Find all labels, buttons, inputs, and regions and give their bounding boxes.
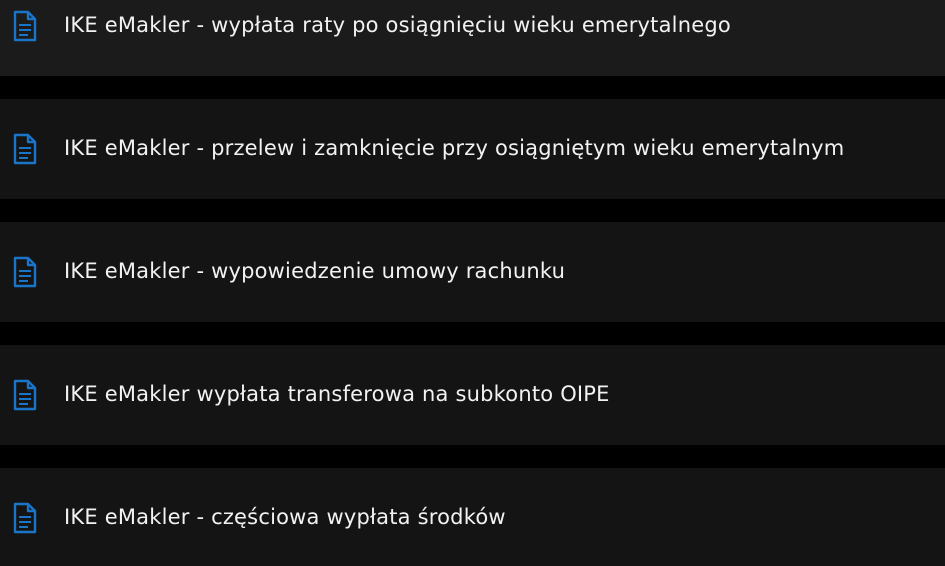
document-icon — [13, 379, 37, 411]
document-label: IKE eMakler - wypowiedzenie umowy rachun… — [64, 259, 566, 283]
document-icon — [13, 133, 37, 165]
list-item[interactable]: IKE eMakler wypłata transferowa na subko… — [0, 345, 945, 445]
document-icon — [13, 502, 37, 534]
document-icon — [13, 10, 37, 42]
document-label: IKE eMakler - wypłata raty po osiągnięci… — [64, 13, 731, 37]
document-icon — [13, 256, 37, 288]
document-list: IKE eMakler - wypłata raty po osiągnięci… — [0, 0, 945, 566]
list-item[interactable]: IKE eMakler - wypowiedzenie umowy rachun… — [0, 222, 945, 322]
list-item[interactable]: IKE eMakler - wypłata raty po osiągnięci… — [0, 0, 945, 76]
list-item[interactable]: IKE eMakler - przelew i zamknięcie przy … — [0, 99, 945, 199]
document-label: IKE eMakler wypłata transferowa na subko… — [64, 382, 610, 406]
list-item[interactable]: IKE eMakler - częściowa wypłata środków — [0, 468, 945, 566]
document-label: IKE eMakler - przelew i zamknięcie przy … — [64, 136, 845, 160]
document-label: IKE eMakler - częściowa wypłata środków — [64, 505, 506, 529]
